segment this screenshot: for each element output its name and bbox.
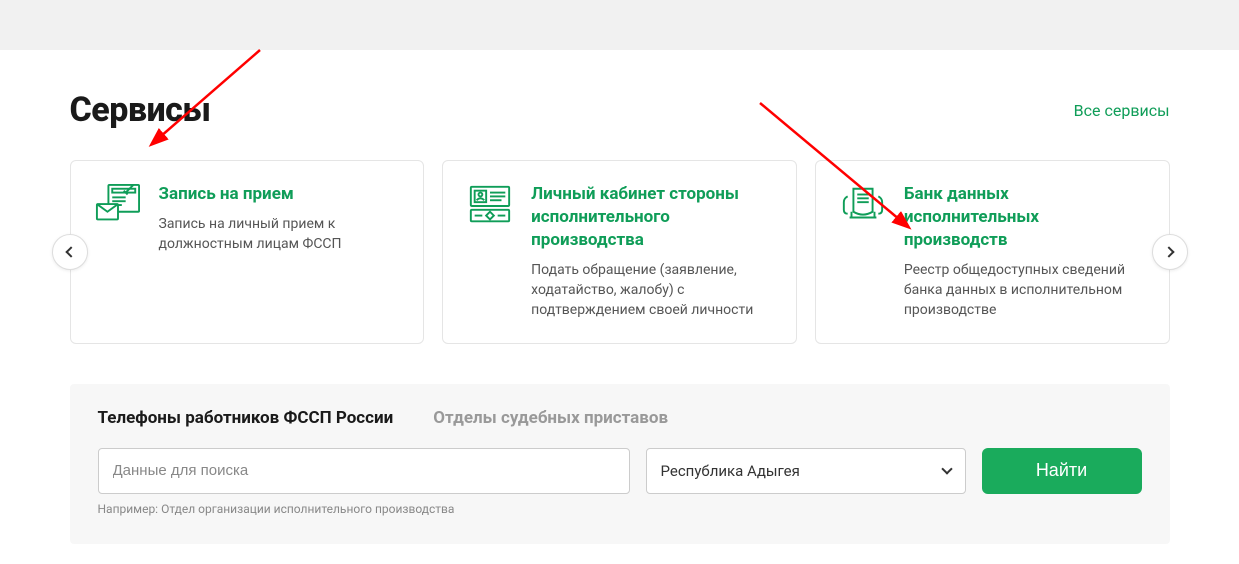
search-input[interactable] [113, 462, 615, 479]
region-value: Республика Адыгея [661, 462, 800, 480]
card-desc: Запись на личный прием к должностным лиц… [159, 214, 400, 255]
search-row: Республика Адыгея Найти [98, 448, 1142, 494]
appointment-icon [95, 183, 141, 227]
carousel-prev-button[interactable] [52, 234, 88, 270]
search-hint: Например: Отдел организации исполнительн… [98, 502, 1142, 516]
search-button[interactable]: Найти [982, 448, 1142, 494]
search-input-wrap [98, 448, 630, 494]
card-desc: Подать обращение (заявление, ходатайство… [531, 260, 772, 321]
cards-row: Запись на прием Запись на личный прием к… [70, 160, 1170, 344]
search-panel: Телефоны работников ФССП России Отделы с… [70, 384, 1170, 544]
databank-icon [840, 183, 886, 227]
chevron-left-icon [65, 246, 76, 257]
all-services-link[interactable]: Все сервисы [1074, 101, 1170, 120]
carousel-next-button[interactable] [1152, 234, 1188, 270]
card-title: Банк данных исполнительных производств [904, 183, 1145, 252]
chevron-down-icon [941, 464, 952, 475]
region-select[interactable]: Республика Адыгея [646, 448, 966, 494]
card-body: Личный кабинет стороны исполнительного п… [531, 183, 772, 321]
service-card-databank[interactable]: Банк данных исполнительных производств Р… [815, 160, 1170, 344]
card-desc: Реестр общедоступных сведений банка данн… [904, 260, 1145, 321]
card-body: Банк данных исполнительных производств Р… [904, 183, 1145, 321]
card-title: Личный кабинет стороны исполнительного п… [531, 183, 772, 252]
tab-departments[interactable]: Отделы судебных приставов [433, 408, 668, 428]
tab-phones[interactable]: Телефоны работников ФССП России [98, 408, 394, 428]
cabinet-icon [467, 183, 513, 227]
service-card-cabinet[interactable]: Личный кабинет стороны исполнительного п… [442, 160, 797, 344]
card-title: Запись на прием [159, 183, 400, 206]
search-tabs: Телефоны работников ФССП России Отделы с… [98, 408, 1142, 428]
card-body: Запись на прием Запись на личный прием к… [159, 183, 400, 255]
top-strip [0, 0, 1239, 50]
service-card-appointment[interactable]: Запись на прием Запись на личный прием к… [70, 160, 425, 344]
section-header: Сервисы Все сервисы [70, 50, 1170, 160]
services-carousel: Запись на прием Запись на личный прием к… [70, 160, 1170, 344]
chevron-right-icon [1163, 246, 1174, 257]
page-title: Сервисы [70, 90, 211, 130]
